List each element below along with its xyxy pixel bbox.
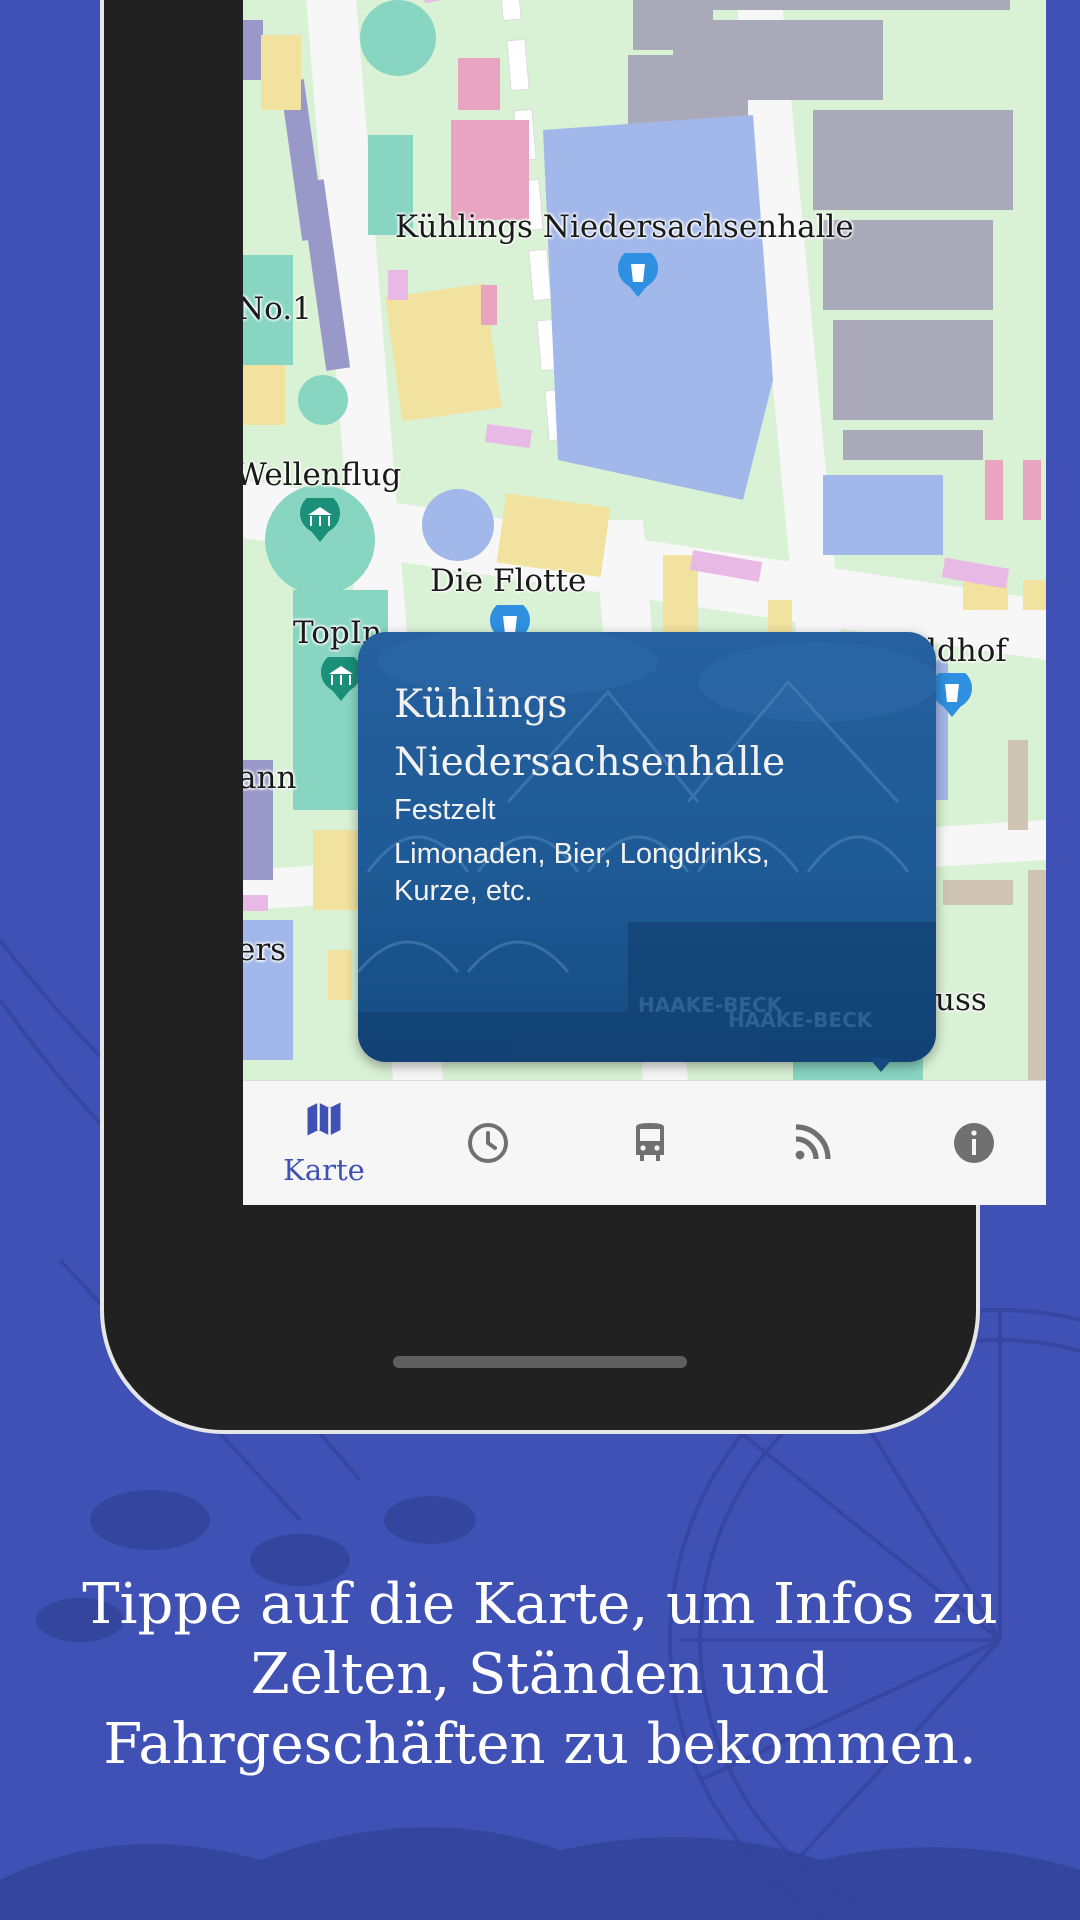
drink-icon[interactable]: [615, 253, 661, 299]
map-label-die-flotte[interactable]: Die Flotte: [430, 563, 586, 599]
svg-text:HAAKE-BECK: HAAKE-BECK: [728, 1008, 874, 1032]
map-label-ann[interactable]: ann: [243, 760, 296, 796]
clock-icon: [468, 1123, 508, 1163]
map-icon: [307, 1102, 341, 1136]
map-label-niedersachsenhalle[interactable]: Kühlings Niedersachsenhalle: [395, 209, 854, 245]
info-icon: [954, 1123, 994, 1163]
nav-item-karte[interactable]: Karte: [244, 1081, 404, 1205]
nav-item-info[interactable]: [892, 1081, 1046, 1205]
rss-icon: [795, 1124, 831, 1160]
bus-icon: [636, 1123, 664, 1161]
home-indicator[interactable]: [393, 1356, 687, 1368]
card-category: Festzelt: [394, 794, 496, 826]
nav-item-schedule[interactable]: [406, 1081, 566, 1205]
map-label-uss[interactable]: uss: [935, 982, 987, 1018]
info-card[interactable]: HAAKE-BECK HAAKE-BECK Kühlings Niedersac…: [358, 632, 936, 1062]
app-screen: Kühlings Niedersachsenhalle No.1 Wellenf…: [243, 0, 1046, 1205]
card-description: Limonaden, Bier, Longdrinks, Kurze, etc.: [394, 838, 770, 907]
map-label-ldhof[interactable]: ldhof: [927, 633, 1007, 669]
carousel-icon[interactable]: [297, 498, 343, 544]
festival-map[interactable]: Kühlings Niedersachsenhalle No.1 Wellenf…: [243, 0, 1046, 1080]
bottom-navigation: Karte: [243, 1080, 1046, 1205]
map-label-wellenflug[interactable]: Wellenflug: [243, 457, 401, 493]
nav-item-news[interactable]: [730, 1081, 890, 1205]
card-title: Kühlings Niedersachsenhalle: [394, 682, 786, 785]
map-label-ers[interactable]: ers: [243, 932, 286, 968]
phone-frame: Kühlings Niedersachsenhalle No.1 Wellenf…: [104, 0, 1046, 1430]
onboarding-caption: Tippe auf die Karte, um Infos zu Zelten,…: [82, 1572, 998, 1777]
card-pointer: [869, 1058, 893, 1072]
map-label-no1[interactable]: No.1: [243, 291, 312, 327]
nav-item-transport[interactable]: [568, 1081, 728, 1205]
nav-label-karte: Karte: [283, 1153, 365, 1187]
